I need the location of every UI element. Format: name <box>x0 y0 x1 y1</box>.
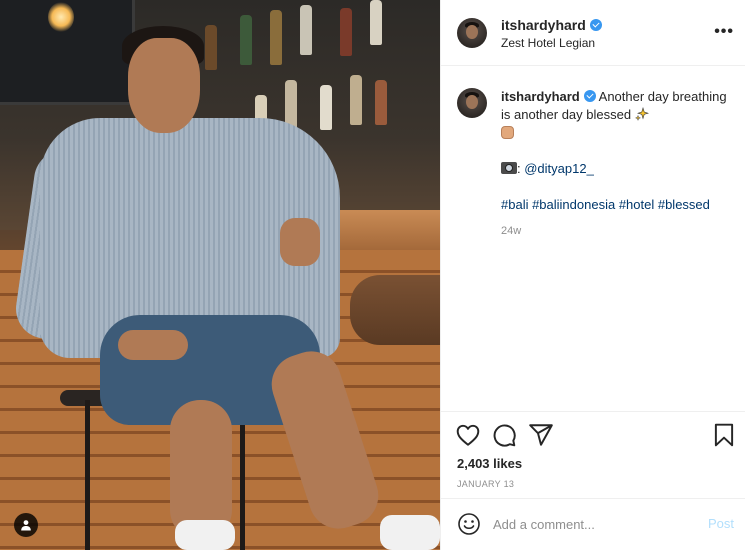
bottle <box>340 8 352 56</box>
post-side-panel: itshardyhard Zest Hotel Legian ••• itsha… <box>440 0 745 550</box>
post-header: itshardyhard Zest Hotel Legian ••• <box>441 0 745 66</box>
paper-plane-icon[interactable] <box>528 422 554 448</box>
more-options-button[interactable]: ••• <box>714 24 734 40</box>
verified-badge-icon <box>583 90 596 102</box>
photo-credit-line: : @dityap12_ <box>501 160 731 178</box>
bottle <box>205 25 217 70</box>
verified-badge-icon <box>589 19 602 31</box>
bottle <box>320 85 332 130</box>
location-link[interactable]: Zest Hotel Legian <box>501 36 595 50</box>
bottle <box>240 15 252 65</box>
camera-emoji-icon <box>501 162 517 174</box>
bottle <box>375 80 387 125</box>
comment-icon[interactable] <box>491 422 517 448</box>
add-comment-bar: Post <box>441 499 745 550</box>
stool-back <box>350 275 440 345</box>
username-text[interactable]: itshardyhard <box>501 17 586 33</box>
caption-avatar[interactable] <box>457 88 487 118</box>
bookmark-icon[interactable] <box>711 422 737 448</box>
hashtags[interactable]: #bali #baliindonesia #hotel #blessed <box>501 196 731 214</box>
avatar[interactable] <box>457 18 487 48</box>
caption-timestamp[interactable]: 24w <box>501 222 731 240</box>
sparkles-emoji-icon <box>634 107 649 121</box>
user-tag-button[interactable] <box>14 513 38 537</box>
person-head <box>128 38 200 133</box>
caption-username[interactable]: itshardyhard <box>501 89 580 104</box>
caption-first-line: itshardyhard Another day breathing is an… <box>501 88 731 142</box>
person-left-hand <box>118 330 188 360</box>
post-date[interactable]: January 13 <box>457 479 514 489</box>
likes-count[interactable]: 2,403 likes <box>457 456 522 471</box>
fist-emoji-icon <box>501 126 514 139</box>
ceiling-lamp <box>48 2 74 32</box>
heart-icon[interactable] <box>455 422 481 448</box>
post-actions: 2,403 likes January 13 <box>441 411 745 499</box>
caption-body: itshardyhard Another day breathing is an… <box>501 88 731 240</box>
person-left-shoe <box>175 520 235 550</box>
header-username[interactable]: itshardyhard <box>501 17 602 33</box>
bottle <box>370 0 382 45</box>
post-photo[interactable] <box>0 0 440 550</box>
ellipsis-icon: ••• <box>714 23 734 40</box>
bottle <box>350 75 362 125</box>
person-left-leg <box>170 400 232 540</box>
stool-leg <box>85 400 90 550</box>
comment-input[interactable] <box>493 511 693 537</box>
user-tag-icon <box>21 520 31 531</box>
caption-section: itshardyhard Another day breathing is an… <box>441 66 745 411</box>
person-right-shoe <box>380 515 440 550</box>
mention-link[interactable]: @dityap12_ <box>524 161 594 176</box>
post-comment-button[interactable]: Post <box>708 516 734 531</box>
smiley-icon[interactable] <box>457 512 481 536</box>
bottle <box>270 10 282 65</box>
bottle <box>300 5 312 55</box>
person-right-hand <box>280 218 320 266</box>
